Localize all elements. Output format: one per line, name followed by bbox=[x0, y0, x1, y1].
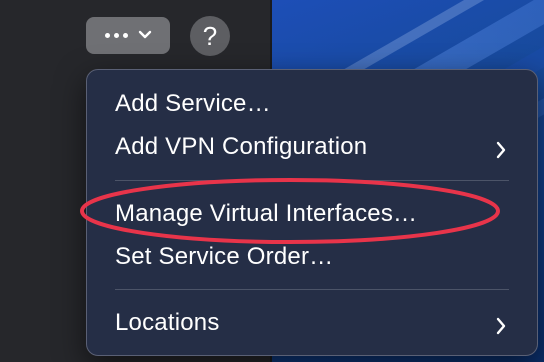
help-button[interactable]: ? bbox=[190, 16, 230, 56]
menu-item-set-service-order[interactable]: Set Service Order… bbox=[87, 236, 537, 278]
more-actions-button[interactable] bbox=[86, 17, 170, 54]
menu-item-locations[interactable]: Locations bbox=[87, 302, 537, 344]
ellipsis-icon bbox=[104, 33, 128, 38]
chevron-right-icon bbox=[495, 314, 507, 342]
chevron-down-icon bbox=[138, 27, 152, 45]
context-menu: Add Service… Add VPN Configuration Manag… bbox=[86, 69, 538, 356]
menu-separator bbox=[115, 289, 509, 290]
menu-item-label: Add VPN Configuration bbox=[115, 133, 368, 160]
chevron-right-icon bbox=[495, 138, 507, 166]
screen: ? Add Service… Add VPN Configuration Man… bbox=[0, 0, 544, 362]
menu-separator bbox=[115, 180, 509, 181]
menu-item-label: Manage Virtual Interfaces… bbox=[115, 200, 418, 227]
menu-item-add-vpn-configuration[interactable]: Add VPN Configuration bbox=[87, 126, 537, 168]
menu-item-label: Locations bbox=[115, 309, 220, 336]
menu-item-label: Add Service… bbox=[115, 90, 271, 117]
menu-item-label: Set Service Order… bbox=[115, 243, 334, 270]
help-icon: ? bbox=[202, 20, 218, 51]
menu-item-manage-virtual-interfaces[interactable]: Manage Virtual Interfaces… bbox=[87, 193, 537, 235]
menu-item-add-service[interactable]: Add Service… bbox=[87, 83, 537, 125]
